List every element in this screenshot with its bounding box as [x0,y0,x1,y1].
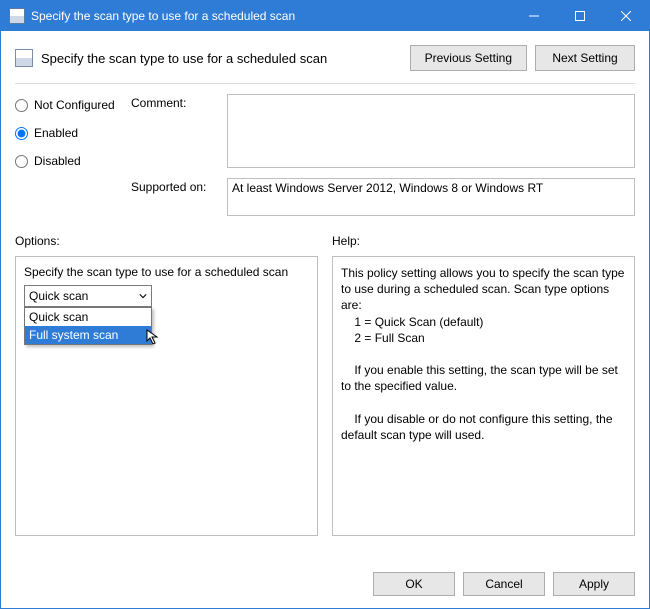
dropdown-list: Quick scan Full system scan [24,307,152,345]
maximize-button[interactable] [557,1,603,31]
cancel-button[interactable]: Cancel [463,572,545,596]
options-title: Specify the scan type to use for a sched… [24,265,309,279]
page-title: Specify the scan type to use for a sched… [41,51,402,66]
help-panel: This policy setting allows you to specif… [332,256,635,536]
radio-disabled-input[interactable] [15,155,28,168]
options-panel: Specify the scan type to use for a sched… [15,256,318,536]
policy-icon [9,8,25,24]
dropdown-head[interactable]: Quick scan [24,285,152,307]
ok-button[interactable]: OK [373,572,455,596]
close-button[interactable] [603,1,649,31]
next-setting-button[interactable]: Next Setting [535,45,635,71]
apply-button[interactable]: Apply [553,572,635,596]
help-text: This policy setting allows you to specif… [341,265,626,443]
dropdown-option-quick-scan[interactable]: Quick scan [25,308,151,326]
options-label: Options: [15,234,318,248]
titlebar-controls [511,1,649,31]
supported-label: Supported on: [131,178,221,216]
dropdown-selected-text: Quick scan [29,289,88,303]
policy-header-icon [15,49,33,67]
radio-enabled-input[interactable] [15,127,28,140]
window-title: Specify the scan type to use for a sched… [31,9,511,23]
dropdown-option-full-system-scan[interactable]: Full system scan [25,326,151,344]
policy-editor-window: Specify the scan type to use for a sched… [0,0,650,609]
radio-disabled[interactable]: Disabled [15,150,125,172]
divider [15,83,635,84]
radio-enabled[interactable]: Enabled [15,122,125,144]
chevron-down-icon [139,289,147,303]
lower-panes: Options: Specify the scan type to use fo… [15,234,635,560]
radio-label: Enabled [34,126,78,140]
minimize-button[interactable] [511,1,557,31]
comment-textarea[interactable] [227,94,635,168]
titlebar[interactable]: Specify the scan type to use for a sched… [1,1,649,31]
help-column: Help: This policy setting allows you to … [332,234,635,560]
previous-setting-button[interactable]: Previous Setting [410,45,527,71]
supported-textarea: At least Windows Server 2012, Windows 8 … [227,178,635,216]
dialog-buttons: OK Cancel Apply [11,560,639,596]
radio-label: Disabled [34,154,81,168]
header-row: Specify the scan type to use for a sched… [11,39,639,83]
settings-grid: Not Configured Comment: Enabled Disabled… [11,94,639,216]
help-label: Help: [332,234,635,248]
comment-label: Comment: [131,94,221,116]
options-column: Options: Specify the scan type to use fo… [15,234,318,560]
scan-type-dropdown[interactable]: Quick scan Quick scan Full system scan [24,285,152,307]
radio-not-configured-input[interactable] [15,99,28,112]
radio-label: Not Configured [34,98,115,112]
content-area: Specify the scan type to use for a sched… [1,31,649,608]
radio-not-configured[interactable]: Not Configured [15,94,125,116]
